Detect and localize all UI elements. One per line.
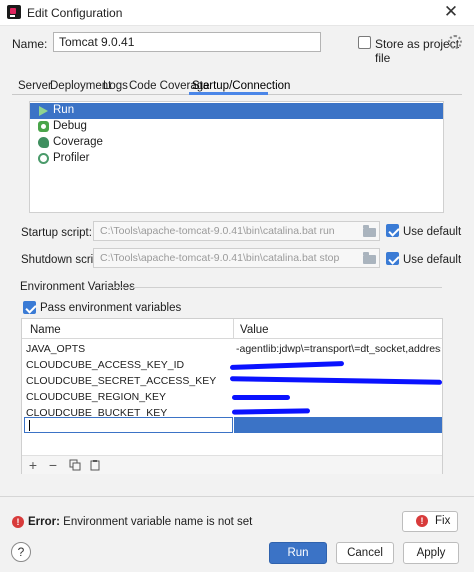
mode-label: Coverage [53, 136, 103, 148]
mode-profiler[interactable]: Profiler [30, 151, 443, 167]
startup-use-default-label: Use default [403, 226, 462, 238]
error-prefix: Error: [28, 516, 60, 528]
env-vars-table: Name Value JAVA_OPTS -agentlib:jdwp\=tra… [21, 318, 443, 474]
env-name-cell: CLOUDCUBE_REGION_KEY [26, 391, 167, 403]
column-header-label: Name [30, 324, 61, 336]
mode-coverage[interactable]: Coverage [30, 135, 443, 151]
env-name-cell: CLOUDCUBE_SECRET_ACCESS_KEY [26, 375, 217, 387]
run-button[interactable]: Run [269, 542, 327, 564]
table-row[interactable]: JAVA_OPTS -agentlib:jdwp\=transport\=dt_… [22, 341, 442, 357]
remove-icon[interactable]: − [46, 458, 60, 473]
table-toolbar: + − [22, 455, 442, 474]
startup-script-field[interactable]: C:\Tools\apache-tomcat-9.0.41\bin\catali… [93, 221, 380, 241]
section-divider [108, 287, 442, 288]
redaction-scribble [229, 361, 345, 370]
error-text: Environment variable name is not set [63, 516, 253, 528]
mode-label: Profiler [53, 152, 90, 164]
folder-icon[interactable] [363, 225, 376, 237]
cancel-button[interactable]: Cancel [336, 542, 394, 564]
paste-icon[interactable] [88, 459, 102, 473]
mode-label: Run [53, 104, 75, 116]
name-input[interactable]: Tomcat 9.0.41 [53, 32, 321, 52]
env-value-cell: -agentlib:jdwp\=transport\=dt_socket,add… [236, 343, 441, 355]
window-title: Edit Configuration [27, 6, 123, 20]
startup-script-label: Startup script: [21, 227, 92, 239]
env-name-cell: CLOUDCUBE_ACCESS_KEY_ID [26, 359, 185, 371]
divider [0, 496, 474, 497]
error-icon: ! [12, 516, 24, 528]
column-header-value[interactable]: Value [234, 319, 442, 339]
title-bar: Edit Configuration ✕ [0, 0, 474, 26]
error-icon: ! [416, 515, 428, 527]
tab-logs[interactable]: Logs [103, 80, 128, 92]
add-icon[interactable]: + [26, 458, 40, 473]
folder-icon[interactable] [363, 252, 376, 264]
close-window-button[interactable]: ✕ [436, 1, 466, 23]
pass-env-vars-checkbox[interactable] [23, 301, 36, 314]
store-as-project-file-checkbox[interactable] [358, 36, 371, 49]
gear-icon[interactable] [448, 35, 462, 49]
startup-mode-list: Run Debug Coverage Profiler [29, 101, 444, 213]
shutdown-script-field[interactable]: C:\Tools\apache-tomcat-9.0.41\bin\catali… [93, 248, 380, 268]
coverage-icon [38, 137, 49, 148]
mode-run[interactable]: Run [30, 103, 443, 119]
env-value-selected-cell[interactable] [234, 417, 442, 433]
fix-label: Fix [435, 515, 451, 527]
env-name-cell: JAVA_OPTS [26, 343, 86, 355]
error-message: Error: Environment variable name is not … [28, 516, 252, 528]
table-row[interactable]: CLOUDCUBE_REGION_KEY [22, 389, 442, 405]
name-label: Name: [12, 37, 48, 51]
redaction-scribble [229, 376, 443, 385]
tab-server[interactable]: Server [18, 80, 52, 92]
mode-label: Debug [53, 120, 87, 132]
pass-env-vars-label: Pass environment variables [40, 302, 182, 314]
fix-button[interactable]: ! Fix [402, 511, 458, 532]
column-header-label: Value [240, 324, 269, 336]
profiler-icon [38, 153, 49, 164]
shutdown-use-default-label: Use default [403, 254, 462, 266]
table-row[interactable]: CLOUDCUBE_ACCESS_KEY_ID [22, 357, 442, 373]
apply-button[interactable]: Apply [403, 542, 459, 564]
shutdown-use-default-checkbox[interactable] [386, 252, 399, 265]
intellij-app-icon [7, 5, 21, 19]
text-caret [29, 420, 30, 431]
debug-icon [38, 121, 49, 132]
column-header-name[interactable]: Name [22, 319, 233, 339]
redaction-scribble [232, 395, 290, 400]
tab-startup-connection[interactable]: Startup/Connection [192, 80, 290, 92]
table-row[interactable]: CLOUDCUBE_SECRET_ACCESS_KEY [22, 373, 443, 389]
copy-icon[interactable] [68, 459, 82, 473]
redaction-scribble [231, 408, 311, 415]
startup-use-default-checkbox[interactable] [386, 224, 399, 237]
env-name-edit-input[interactable] [24, 417, 233, 433]
mode-debug[interactable]: Debug [30, 119, 443, 135]
help-button[interactable]: ? [11, 542, 31, 562]
run-icon [39, 106, 48, 116]
active-tab-indicator [189, 92, 268, 95]
